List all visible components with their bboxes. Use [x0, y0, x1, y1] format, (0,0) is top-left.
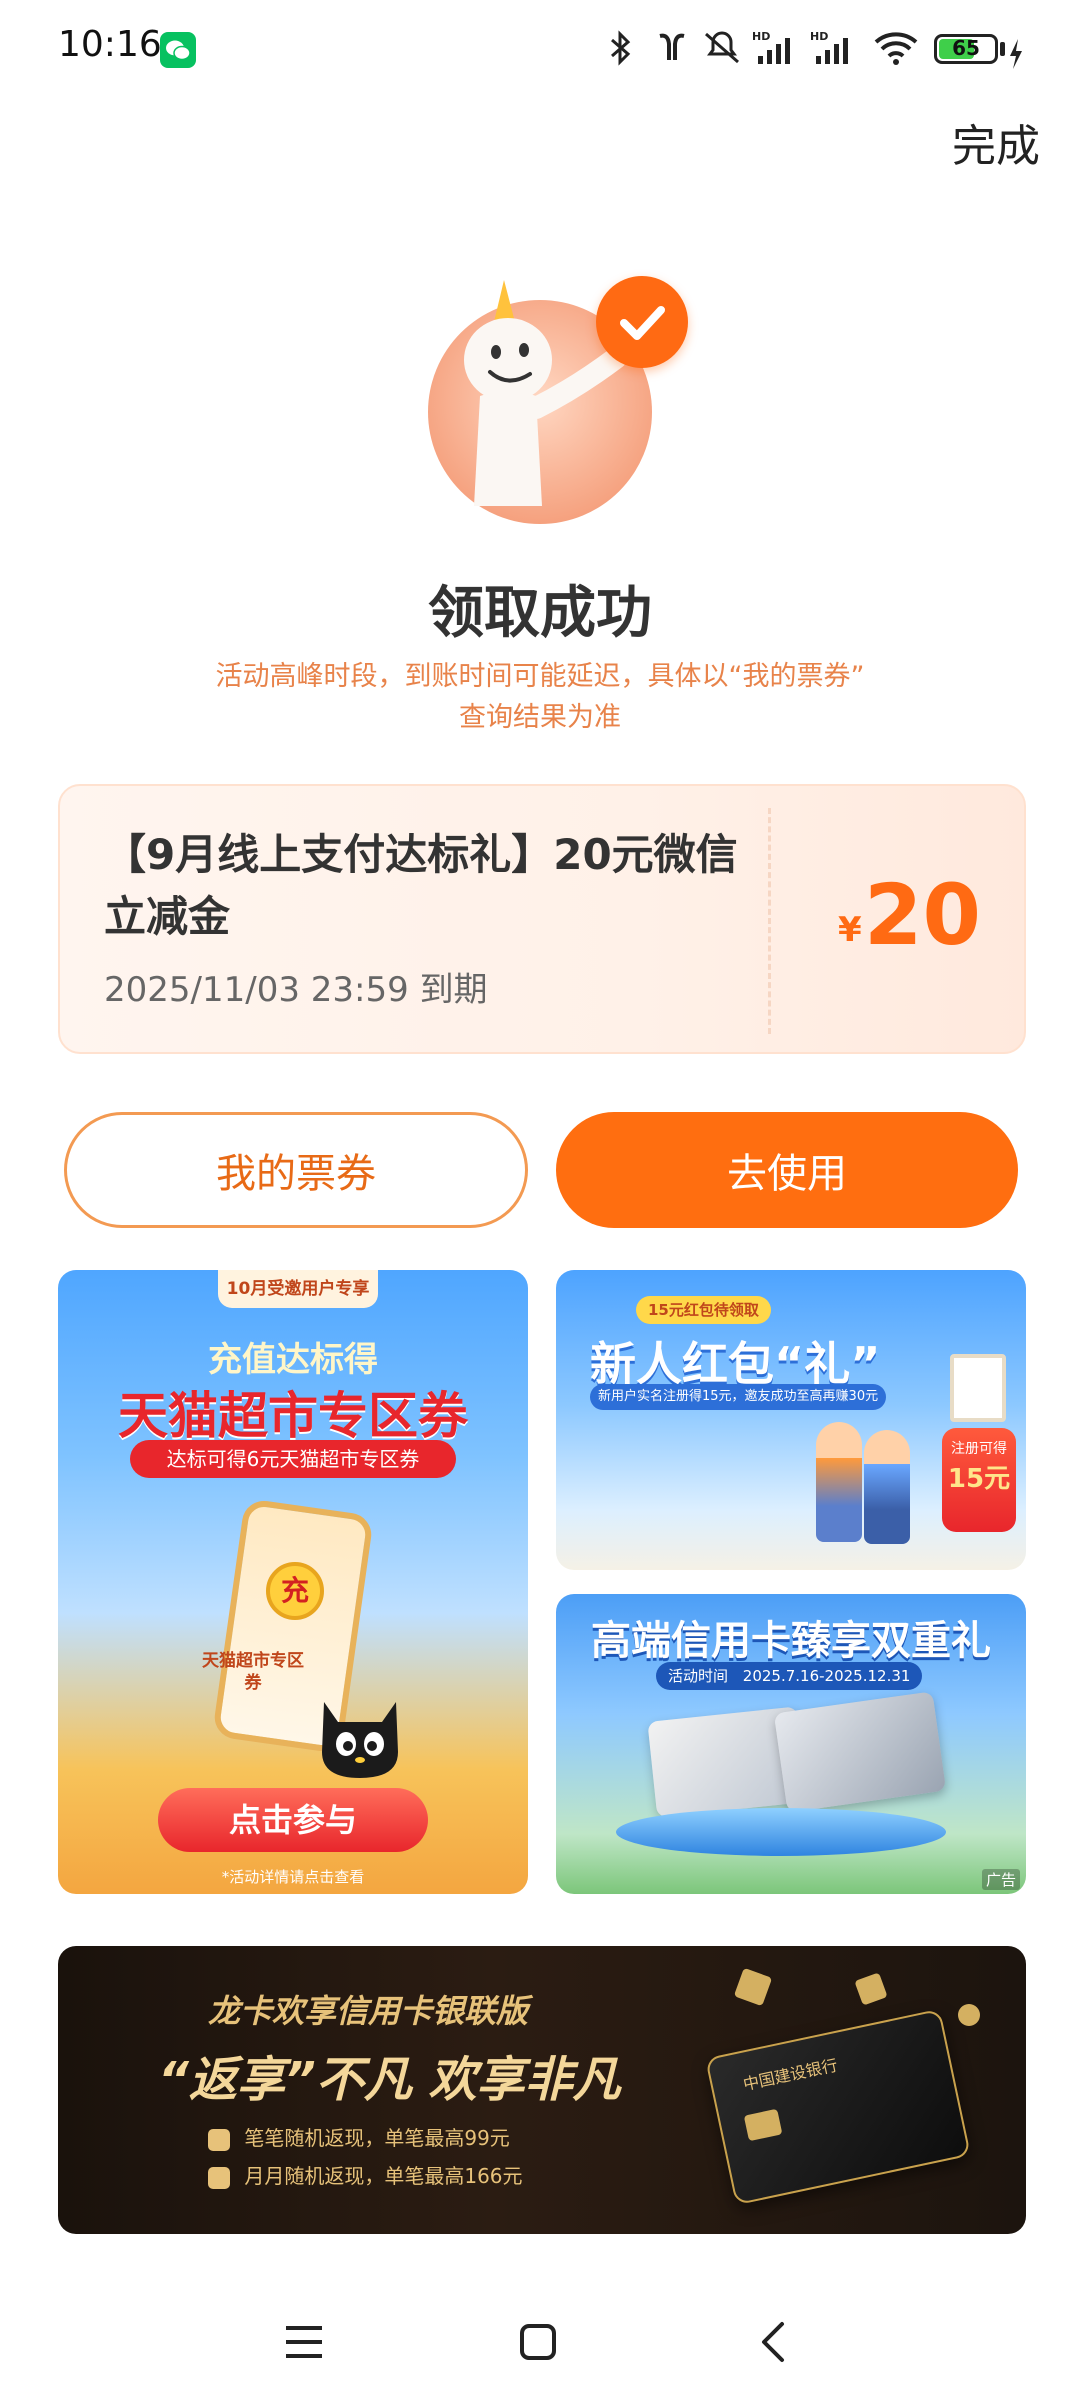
calendar-icon	[208, 2166, 230, 2189]
earbuds-icon	[659, 33, 685, 60]
ad-longcard-banner[interactable]: 龙卡欢享信用卡银联版 “返享”不凡 欢享非凡 笔笔随机返现，单笔最高99元 月月…	[58, 1946, 1026, 2234]
cat-mascot-icon	[322, 1702, 398, 1778]
ad-redpacket-banner[interactable]: 15元红包待领取 新人红包“礼” 新用户实名注册得15元，邀友成功至高再赚30元…	[556, 1270, 1026, 1570]
battery-level: 65	[952, 36, 980, 60]
success-title: 领取成功	[428, 581, 652, 646]
mute-icon	[705, 31, 739, 64]
wechat-icon	[160, 32, 196, 68]
ad-tag: 10月受邀用户专享	[218, 1270, 378, 1308]
bank-name: 中国建设银行	[741, 2055, 840, 2094]
battery-icon: 65	[934, 34, 998, 64]
redpacket-badge-line: 注册可得	[951, 1441, 1007, 1457]
success-note-line: 查询结果为准	[459, 702, 621, 733]
ad-creditcard-banner[interactable]: 高端信用卡臻享双重礼 活动时间 2025.7.16-2025.12.31 广告	[556, 1594, 1026, 1894]
credit-card-illustration	[773, 1691, 947, 1813]
window-decor	[950, 1354, 1006, 1422]
ad-bullet-text: 月月随机返现，单笔最高166元	[244, 2164, 523, 2188]
home-icon[interactable]	[516, 2320, 560, 2364]
redpacket-badge: 注册可得 15元	[942, 1428, 1016, 1532]
voucher-title: 【9月线上支付达标礼】20元微信立减金	[104, 830, 738, 941]
ad-headline-main: “返享”不凡 欢享非凡	[158, 2052, 621, 2108]
menu-icon[interactable]	[282, 2320, 326, 2364]
voucher-currency: ¥	[838, 910, 862, 950]
voucher-amount: 20	[864, 866, 981, 964]
back-icon[interactable]	[752, 2320, 796, 2364]
crown-icon	[208, 2128, 230, 2151]
gold-decor	[854, 1972, 888, 2006]
charging-icon	[1010, 39, 1022, 69]
ad-period-label: 活动时间	[668, 1667, 729, 1685]
ad-tmall-banner[interactable]: 10月受邀用户专享 充值达标得 天猫超市专区券 达标可得6元天猫超市专区券 充 …	[58, 1270, 528, 1894]
gold-decor	[733, 1967, 773, 2007]
success-note: 活动高峰时段，到账时间可能延迟，具体以“我的票券” 查询结果为准	[180, 656, 900, 738]
coupon-card: 天猫超市专区券	[202, 1651, 304, 1693]
ad-tag: 15元红包待领取	[636, 1296, 771, 1324]
status-bar: 10:16 HD HD 65	[0, 0, 1080, 96]
signal-hd-icon: HD	[810, 30, 848, 64]
wifi-icon	[874, 32, 918, 65]
status-time: 10:16	[58, 24, 162, 65]
voucher-divider	[768, 808, 771, 1034]
people-illustration	[864, 1430, 910, 1544]
use-button[interactable]: 去使用	[556, 1112, 1018, 1228]
svg-text:HD: HD	[810, 30, 828, 43]
ad-headline-main: 天猫超市专区券	[118, 1387, 468, 1445]
phone-badge: 充	[266, 1562, 324, 1620]
podium-illustration	[616, 1808, 946, 1856]
ad-headline: 充值达标得	[208, 1340, 378, 1380]
ad-headline: 高端信用卡臻享双重礼	[591, 1618, 991, 1664]
ad-bullet: 月月随机返现，单笔最高166元	[208, 2160, 523, 2189]
ad-bullet-text: 笔笔随机返现，单笔最高99元	[244, 2126, 510, 2150]
my-vouchers-button[interactable]: 我的票券	[64, 1112, 528, 1228]
bank-card-illustration: 中国建设银行	[705, 2008, 971, 2206]
ad-subtitle: 新用户实名注册得15元，邀友成功至高再赚30元	[590, 1384, 887, 1410]
signal-hd-icon: HD	[752, 30, 790, 64]
ad-headline: 龙卡欢享信用卡银联版	[208, 1992, 529, 2030]
gold-decor	[958, 2004, 980, 2026]
voucher-card[interactable]: 【9月线上支付达标礼】20元微信立减金 2025/11/03 23:59 到期 …	[58, 784, 1026, 1054]
voucher-expiry: 2025/11/03 23:59 到期	[104, 970, 488, 1010]
people-illustration	[816, 1422, 862, 1542]
ad-period: 活动时间 2025.7.16-2025.12.31	[656, 1662, 923, 1690]
svg-text:HD: HD	[752, 30, 770, 43]
ad-footnote: *活动详情请点击查看	[221, 1868, 365, 1886]
redpacket-badge-amount: 15元	[947, 1464, 1011, 1494]
chip-icon	[743, 2108, 783, 2142]
bluetooth-icon	[611, 30, 631, 66]
ad-label: 广告	[981, 1869, 1020, 1890]
ad-bullet: 笔笔随机返现，单笔最高99元	[208, 2122, 510, 2151]
success-note-line: 活动高峰时段，到账时间可能延迟，具体以“我的票券”	[215, 661, 865, 692]
navigation-bar	[0, 2290, 1080, 2400]
done-button[interactable]: 完成	[952, 110, 1040, 174]
ad-pill: 达标可得6元天猫超市专区券	[130, 1440, 456, 1478]
check-icon	[596, 276, 688, 368]
ad-period-value: 2025.7.16-2025.12.31	[742, 1667, 911, 1685]
ad-cta-button[interactable]: 点击参与	[158, 1788, 428, 1852]
